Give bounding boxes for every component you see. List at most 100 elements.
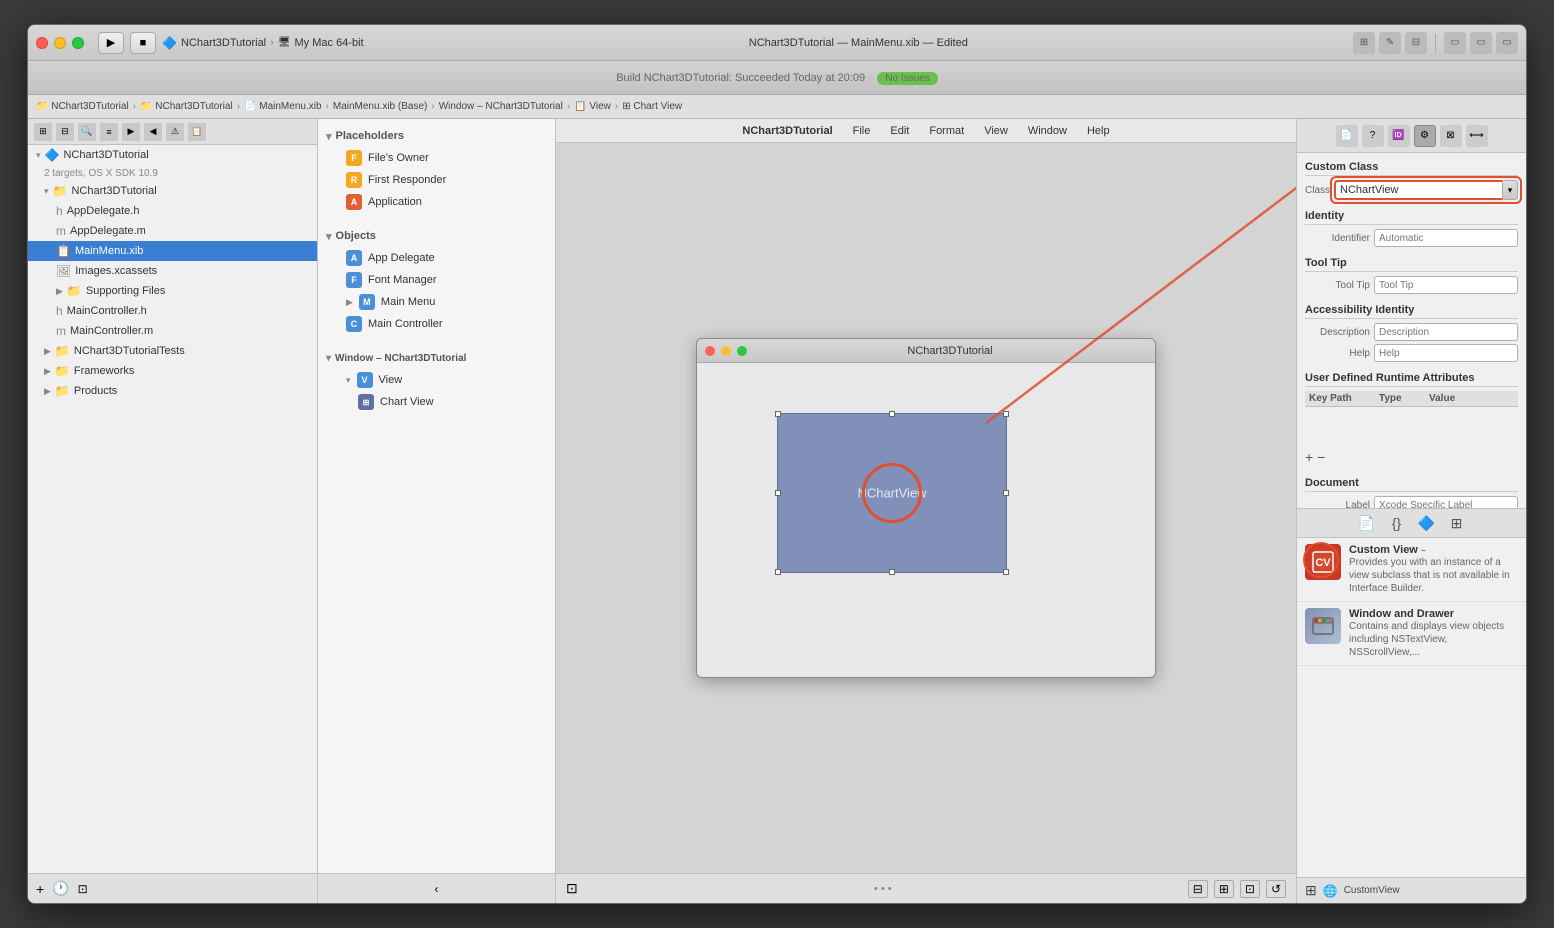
tooltip-input[interactable] — [1374, 276, 1518, 294]
panel3-icon[interactable]: ▭ — [1496, 32, 1518, 54]
handle-tr[interactable] — [1003, 411, 1009, 417]
obj-main-menu[interactable]: ▶ M Main Menu — [318, 291, 555, 313]
sidebar-icon-search[interactable]: 🔍 — [78, 123, 96, 141]
doc-label-input[interactable] — [1374, 496, 1518, 508]
sim-close[interactable] — [705, 346, 715, 356]
handle-bl[interactable] — [775, 569, 781, 575]
canvas-scroll[interactable]: NChart3DTutorial NChartView — [556, 143, 1296, 873]
breadcrumb-item-3[interactable]: 📄 MainMenu.xib — [244, 101, 321, 112]
breadcrumb-item-6[interactable]: 📋 View — [574, 101, 611, 112]
sidebar-item-project[interactable]: ▾ 🔷 NChart3DTutorial — [28, 145, 317, 165]
maximize-button[interactable] — [72, 37, 84, 49]
sidebar-item-mainmenu-xib[interactable]: 📋 MainMenu.xib — [28, 241, 317, 261]
menu-file[interactable]: File — [853, 125, 871, 137]
play-button[interactable]: ▶ — [98, 32, 124, 54]
sidebar-item-supporting-files[interactable]: ▶ 📁 Supporting Files — [28, 281, 317, 301]
handle-ml[interactable] — [775, 490, 781, 496]
breadcrumb-item-5[interactable]: Window – NChart3DTutorial — [439, 101, 563, 112]
close-button[interactable] — [36, 37, 48, 49]
inspector-connections-icon[interactable]: ⟷ — [1466, 125, 1488, 147]
layout-icon[interactable]: ⊟ — [1405, 32, 1427, 54]
sidebar-item-appdelegate-h[interactable]: h AppDelegate.h — [28, 201, 317, 221]
accessibility-desc-input[interactable] — [1374, 323, 1518, 341]
right-bottom-globe-icon[interactable]: 🌐 — [1323, 884, 1338, 898]
class-input[interactable] — [1334, 180, 1502, 200]
inspector-size-icon[interactable]: ⊠ — [1440, 125, 1462, 147]
chart-view-rect[interactable]: NChartView — [777, 413, 1007, 573]
sim-minimize[interactable] — [721, 346, 731, 356]
handle-tl[interactable] — [775, 411, 781, 417]
section-header-placeholders[interactable]: ▾ Placeholders — [318, 125, 555, 147]
menu-window[interactable]: Window — [1028, 125, 1067, 137]
sidebar-filter-icon[interactable]: ⊡ — [78, 882, 88, 896]
sidebar-icon-4[interactable]: ▶ — [122, 123, 140, 141]
right-bottom-grid-icon[interactable]: ⊞ — [1305, 882, 1317, 899]
sidebar-icon-1[interactable]: ⊞ — [34, 123, 52, 141]
breadcrumb-item-2[interactable]: 📁 NChart3DTutorial — [140, 101, 233, 112]
sidebar-item-products[interactable]: ▶ 📁 Products — [28, 381, 317, 401]
canvas-pin-btn[interactable]: ⊞ — [1214, 880, 1234, 898]
canvas-update-btn[interactable]: ↺ — [1266, 880, 1286, 898]
sidebar-item-maincontroller-h[interactable]: h MainController.h — [28, 301, 317, 321]
inspector-file-icon[interactable]: 📄 — [1336, 125, 1358, 147]
runtime-remove-btn[interactable]: − — [1317, 449, 1325, 465]
runtime-add-btn[interactable]: + — [1305, 449, 1313, 465]
library-item-window-drawer[interactable]: Window and Drawer Contains and displays … — [1297, 602, 1526, 666]
sidebar-item-tests[interactable]: ▶ 📁 NChart3DTutorialTests — [28, 341, 317, 361]
breadcrumb-item-7[interactable]: ⊞ Chart View — [622, 101, 682, 112]
handle-br[interactable] — [1003, 569, 1009, 575]
canvas-resolve-btn[interactable]: ⊡ — [1240, 880, 1260, 898]
sidebar-icon-7[interactable]: 📋 — [188, 123, 206, 141]
sim-content[interactable]: NChartView — [697, 363, 1155, 677]
lib-icon-file[interactable]: 📄 — [1356, 512, 1378, 534]
class-dropdown-btn[interactable]: ▾ — [1502, 180, 1518, 200]
identifier-input[interactable] — [1374, 229, 1518, 247]
sidebar-icon-6[interactable]: ⚠ — [166, 123, 184, 141]
canvas-zoom-fit[interactable]: ⊡ — [566, 880, 578, 897]
breadcrumb-item-1[interactable]: 📁 NChart3DTutorial — [36, 101, 129, 112]
menu-app[interactable]: NChart3DTutorial — [742, 125, 832, 137]
breadcrumb-item-4[interactable]: MainMenu.xib (Base) — [333, 101, 427, 112]
menu-format[interactable]: Format — [929, 125, 964, 137]
section-header-window[interactable]: ▾ Window – NChart3DTutorial — [318, 347, 555, 369]
obj-first-responder[interactable]: R First Responder — [318, 169, 555, 191]
sidebar-icon-5[interactable]: ◀ — [144, 123, 162, 141]
stop-button[interactable]: ■ — [130, 32, 156, 54]
inspector-attributes-icon[interactable]: ⚙ — [1414, 125, 1436, 147]
panel2-icon[interactable]: ▭ — [1470, 32, 1492, 54]
sidebar-item-maincontroller-m[interactable]: m MainController.m — [28, 321, 317, 341]
menu-help[interactable]: Help — [1087, 125, 1110, 137]
objects-nav-back[interactable]: ‹ — [435, 882, 439, 896]
minimize-button[interactable] — [54, 37, 66, 49]
obj-view[interactable]: ▾ V View — [318, 369, 555, 391]
sim-maximize[interactable] — [737, 346, 747, 356]
handle-tc[interactable] — [889, 411, 895, 417]
section-header-objects[interactable]: ▾ Objects — [318, 225, 555, 247]
handle-bc[interactable] — [889, 569, 895, 575]
inspector-quick-icon[interactable]: ? — [1362, 125, 1384, 147]
lib-icon-grid[interactable]: ⊞ — [1446, 512, 1468, 534]
lib-icon-code[interactable]: {} — [1386, 512, 1408, 534]
lib-icon-obj[interactable]: 🔷 — [1416, 512, 1438, 534]
obj-main-controller[interactable]: C Main Controller — [318, 313, 555, 335]
view-toggle-icon[interactable]: ⊞ — [1353, 32, 1375, 54]
obj-files-owner[interactable]: F File's Owner — [318, 147, 555, 169]
sidebar-item-appdelegate-m[interactable]: m AppDelegate.m — [28, 221, 317, 241]
sidebar-icon-3[interactable]: ≡ — [100, 123, 118, 141]
obj-app-delegate[interactable]: A App Delegate — [318, 247, 555, 269]
sidebar-item-frameworks[interactable]: ▶ 📁 Frameworks — [28, 361, 317, 381]
sidebar-icon-2[interactable]: ⊟ — [56, 123, 74, 141]
accessibility-help-input[interactable] — [1374, 344, 1518, 362]
library-item-custom-view[interactable]: CV Custom View – Provides you with an in… — [1297, 538, 1526, 602]
sidebar-item-xcassets[interactable]: 🖼 Images.xcassets — [28, 261, 317, 281]
obj-chart-view[interactable]: ⊞ Chart View — [318, 391, 555, 413]
obj-font-manager[interactable]: F Font Manager — [318, 269, 555, 291]
panel1-icon[interactable]: ▭ — [1444, 32, 1466, 54]
handle-mr[interactable] — [1003, 490, 1009, 496]
canvas-align-btn[interactable]: ⊟ — [1188, 880, 1208, 898]
inspector-identity-icon[interactable]: 🆔 — [1388, 125, 1410, 147]
editor-icon[interactable]: ✎ — [1379, 32, 1401, 54]
obj-application[interactable]: A Application — [318, 191, 555, 213]
menu-view[interactable]: View — [984, 125, 1008, 137]
menu-edit[interactable]: Edit — [890, 125, 909, 137]
